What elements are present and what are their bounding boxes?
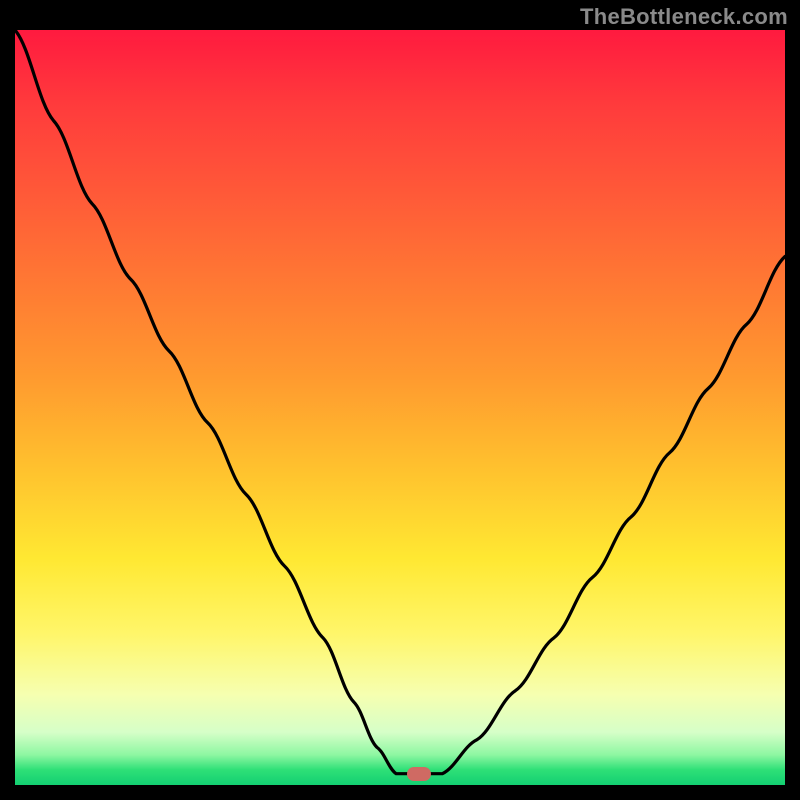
watermark-text: TheBottleneck.com bbox=[580, 4, 788, 30]
bottleneck-curve bbox=[15, 30, 785, 785]
optimal-point-marker bbox=[407, 767, 431, 781]
chart-frame: TheBottleneck.com bbox=[0, 0, 800, 800]
curve-path bbox=[15, 30, 785, 774]
plot-area bbox=[15, 30, 785, 785]
